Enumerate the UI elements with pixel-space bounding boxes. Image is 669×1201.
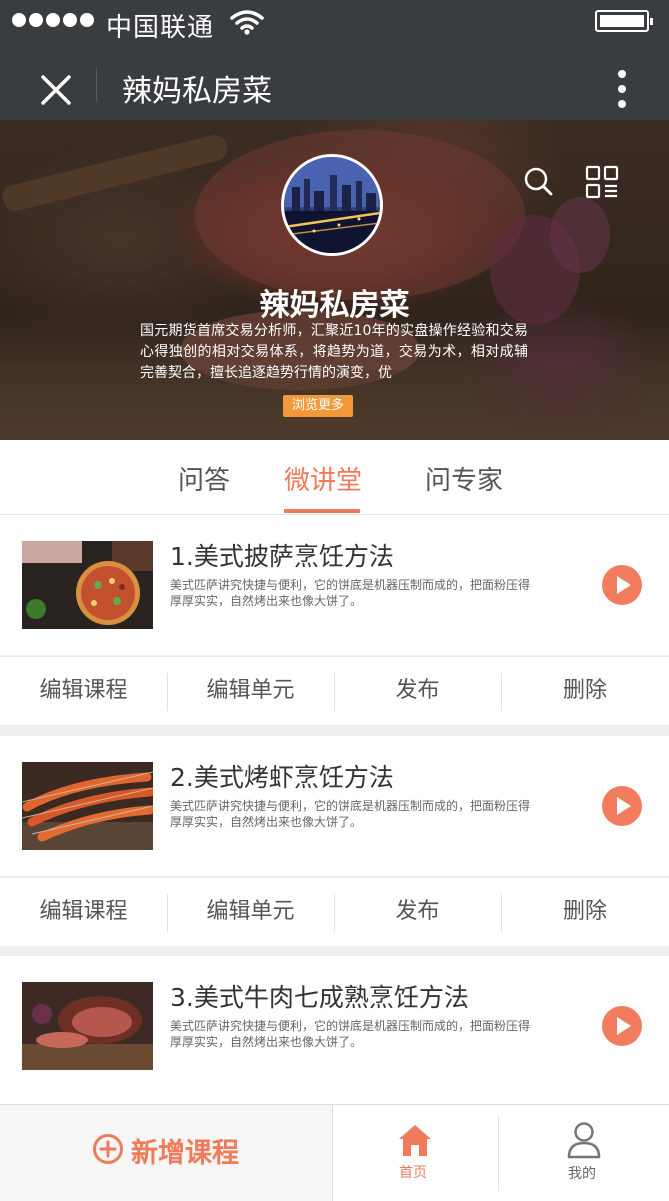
course-card[interactable]: 1.美式披萨烹饪方法 美式匹萨讲究快捷与便利，它的饼底是机器压制而成的，把面粉压… <box>0 515 669 655</box>
course-card[interactable]: 3.美式牛肉七成熟烹饪方法 美式匹萨讲究快捷与便利，它的饼底是机器压制而成的，把… <box>0 956 669 1104</box>
play-icon[interactable] <box>602 1006 642 1046</box>
page-title: 辣妈私房菜 <box>122 74 272 109</box>
battery-icon <box>595 10 653 32</box>
add-circle-icon <box>93 1134 123 1164</box>
nav-mine[interactable]: 我的 <box>499 1105 669 1201</box>
avatar[interactable] <box>281 154 383 256</box>
course-title[interactable]: 2.美式烤虾烹饪方法 <box>170 758 394 794</box>
user-icon <box>567 1122 601 1159</box>
play-icon[interactable] <box>602 565 642 605</box>
status-bar: 中国联通 <box>0 0 669 50</box>
tab-ask-expert[interactable]: 问专家 <box>425 460 503 497</box>
nav-home-label: 首页 <box>399 1165 427 1181</box>
course-thumbnail-beef <box>22 982 153 1070</box>
publish-button[interactable]: 发布 <box>334 878 501 946</box>
play-icon[interactable] <box>602 786 642 826</box>
publish-button[interactable]: 发布 <box>334 657 501 725</box>
add-course-button[interactable]: 新增课程 <box>0 1105 333 1201</box>
tab-micro-lecture[interactable]: 微讲堂 <box>284 460 362 497</box>
course-card[interactable]: 2.美式烤虾烹饪方法 美式匹萨讲究快捷与便利，它的饼底是机器压制而成的，把面粉压… <box>0 736 669 876</box>
bottom-navigation: 新增课程 首页 我的 <box>0 1104 669 1201</box>
course-description: 美式匹萨讲究快捷与便利，它的饼底是机器压制而成的，把面粉压得厚厚实实，自然烤出来… <box>170 578 531 608</box>
profile-banner: 辣妈私房菜 国元期货首席交易分析师，汇聚近10年的实盘操作经验和交易心得独创的相… <box>0 120 669 440</box>
delete-button[interactable]: 删除 <box>501 657 669 725</box>
course-description: 美式匹萨讲究快捷与便利，它的饼底是机器压制而成的，把面粉压得厚厚实实，自然烤出来… <box>170 1019 531 1049</box>
tab-qa[interactable]: 问答 <box>178 460 230 497</box>
edit-course-button[interactable]: 编辑课程 <box>0 657 167 725</box>
title-bar: 辣妈私房菜 <box>0 50 669 120</box>
nav-mine-label: 我的 <box>568 1166 596 1182</box>
delete-button[interactable]: 删除 <box>501 878 669 946</box>
more-options-icon[interactable] <box>618 70 626 108</box>
edit-unit-button[interactable]: 编辑单元 <box>167 657 334 725</box>
edit-course-button[interactable]: 编辑课程 <box>0 878 167 946</box>
course-actions: 编辑课程 编辑单元 发布 删除 <box>0 656 669 725</box>
add-course-label: 新增课程 <box>131 1138 239 1169</box>
edit-unit-button[interactable]: 编辑单元 <box>167 878 334 946</box>
active-tab-indicator <box>284 509 360 513</box>
qr-code-icon[interactable] <box>585 165 619 199</box>
course-thumbnail-shrimp <box>22 762 153 850</box>
nav-home[interactable]: 首页 <box>333 1105 498 1201</box>
carrier-name: 中国联通 <box>106 13 215 43</box>
avatar-city-image <box>284 157 380 253</box>
tab-bar: 问答 微讲堂 问专家 <box>0 440 669 515</box>
close-icon[interactable] <box>38 72 74 108</box>
course-actions: 编辑课程 编辑单元 发布 删除 <box>0 877 669 946</box>
home-icon <box>399 1125 431 1156</box>
browse-more-button[interactable]: 浏览更多 <box>283 395 354 417</box>
profile-name: 辣妈私房菜 <box>259 288 410 323</box>
search-icon[interactable] <box>523 166 553 196</box>
profile-description: 国元期货首席交易分析师，汇聚近10年的实盘操作经验和交易心得独创的相对交易体系，… <box>140 323 528 381</box>
wifi-icon <box>230 10 264 35</box>
course-title[interactable]: 1.美式披萨烹饪方法 <box>170 537 394 573</box>
course-description: 美式匹萨讲究快捷与便利，它的饼底是机器压制而成的，把面粉压得厚厚实实，自然烤出来… <box>170 799 531 829</box>
title-divider <box>96 68 97 102</box>
course-title[interactable]: 3.美式牛肉七成熟烹饪方法 <box>170 978 469 1014</box>
signal-strength-icon <box>12 13 94 27</box>
course-thumbnail-pizza <box>22 541 153 629</box>
